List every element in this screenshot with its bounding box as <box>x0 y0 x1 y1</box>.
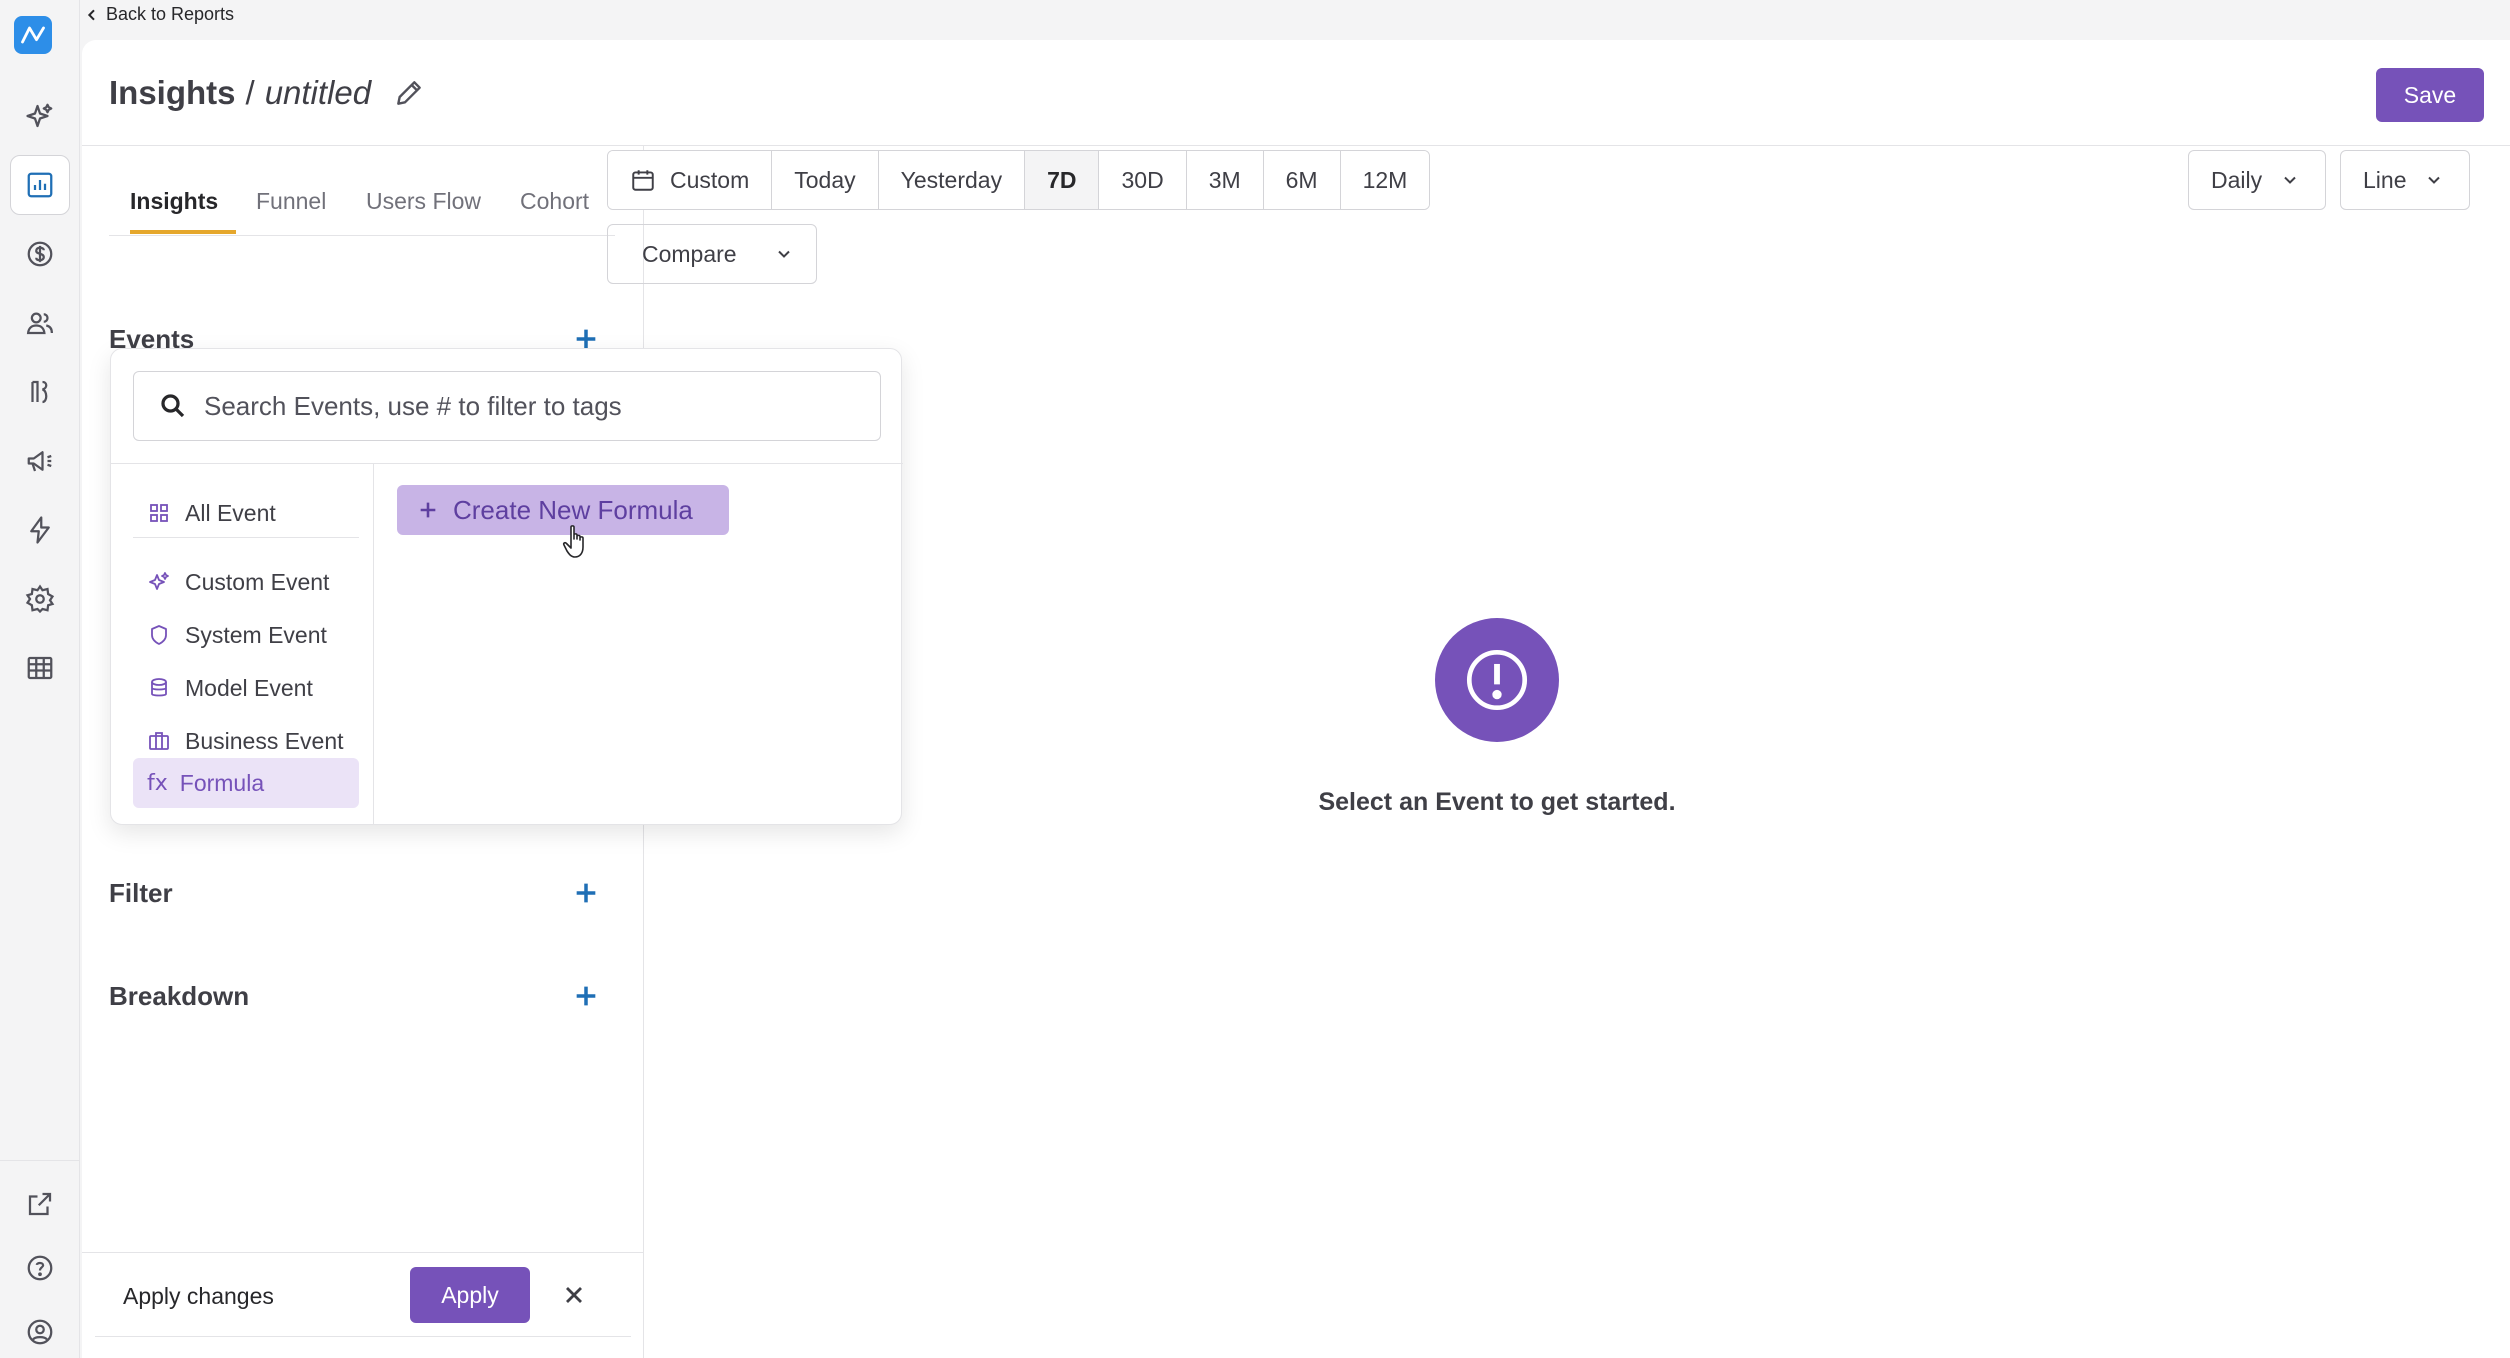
save-button[interactable]: Save <box>2376 68 2484 122</box>
tab-insights[interactable]: Insights <box>130 188 218 215</box>
category-divider <box>133 537 359 538</box>
page-header: Insights / untitled Save <box>82 40 2510 146</box>
nav-table-icon[interactable] <box>10 638 70 698</box>
range-12m-button[interactable]: 12M <box>1340 151 1430 209</box>
category-label: Model Event <box>185 674 313 701</box>
nav-megaphone-icon[interactable] <box>10 431 70 491</box>
nav-chart-report-icon[interactable] <box>10 155 70 215</box>
sparkles-icon <box>149 572 169 590</box>
event-picker-popup: All Event Custom Event System Event Mode… <box>110 348 903 825</box>
apply-button[interactable]: Apply <box>410 1267 530 1323</box>
alert-circle-icon <box>1435 618 1559 742</box>
event-search-input[interactable] <box>204 390 864 422</box>
compare-label: Compare <box>642 240 737 267</box>
range-yesterday-button[interactable]: Yesterday <box>878 151 1026 209</box>
nav-lightning-icon[interactable] <box>10 500 70 560</box>
nav-external-link-icon[interactable] <box>10 1174 70 1234</box>
category-system-event[interactable]: System Event <box>133 610 359 660</box>
nav-gear-icon[interactable] <box>10 569 70 629</box>
search-icon <box>161 394 185 418</box>
category-label: Business Event <box>185 727 344 754</box>
shield-icon <box>151 625 167 645</box>
nav-users-icon[interactable] <box>10 293 70 353</box>
nav-flow-icon[interactable] <box>10 362 70 422</box>
range-custom-button[interactable]: Custom <box>608 151 773 209</box>
report-name: untitled <box>264 74 372 111</box>
range-30d-button[interactable]: 30D <box>1099 151 1187 209</box>
plus-icon <box>420 502 436 518</box>
chart-type-value: Line <box>2363 166 2407 193</box>
nav-user-circle-icon[interactable] <box>10 1302 70 1358</box>
nav-rail <box>0 0 80 1358</box>
nav-sparkles-icon[interactable] <box>10 86 70 146</box>
range-today-button[interactable]: Today <box>772 151 879 209</box>
chart-type-dropdown[interactable]: Line <box>2340 150 2470 210</box>
range-custom-label: Custom <box>670 166 750 193</box>
category-all-event[interactable]: All Event <box>133 488 359 538</box>
category-label: System Event <box>185 621 327 648</box>
page-title: Insights / untitled <box>109 74 425 112</box>
event-search-box <box>133 371 881 441</box>
date-range-group: Custom Today Yesterday 7D 30D 3M 6M 12M <box>607 150 1431 210</box>
nav-divider <box>0 1160 80 1161</box>
close-icon[interactable] <box>560 1281 588 1309</box>
hand-cursor-icon <box>562 525 584 558</box>
nav-dollar-icon[interactable] <box>10 224 70 284</box>
grid-icon <box>150 504 168 522</box>
apply-changes-label: Apply changes <box>123 1283 274 1309</box>
back-to-reports-link[interactable]: Back to Reports <box>84 4 234 25</box>
tab-users-flow[interactable]: Users Flow <box>366 188 481 215</box>
breakdown-section-label: Breakdown <box>109 981 250 1011</box>
category-label: All Event <box>185 499 276 526</box>
page-title-main: Insights <box>109 74 236 111</box>
calendar-icon <box>632 170 654 191</box>
chevron-down-icon <box>2428 176 2441 184</box>
category-label: Custom Event <box>185 568 330 595</box>
database-icon <box>151 678 167 697</box>
category-custom-event[interactable]: Custom Event <box>133 557 359 607</box>
title-separator: / <box>245 74 255 111</box>
chevron-left-icon <box>87 9 95 20</box>
range-3m-button[interactable]: 3M <box>1186 151 1264 209</box>
popup-divider <box>111 463 903 464</box>
apply-changes-bar: Apply changes Apply <box>82 1252 644 1342</box>
popup-column-divider <box>373 463 374 825</box>
filter-section-label: Filter <box>109 878 173 908</box>
tab-cohort[interactable]: Cohort <box>520 188 589 215</box>
compare-dropdown[interactable]: Compare <box>607 224 817 284</box>
category-label: Formula <box>179 769 265 796</box>
interval-value: Daily <box>2211 166 2263 193</box>
interval-dropdown[interactable]: Daily <box>2188 150 2326 210</box>
pencil-icon[interactable] <box>393 77 425 109</box>
category-model-event[interactable]: Model Event <box>133 663 359 713</box>
tab-funnel[interactable]: Funnel <box>256 188 326 215</box>
add-breakdown-plus-icon[interactable] <box>572 982 600 1010</box>
nav-help-icon[interactable] <box>10 1238 70 1298</box>
app-logo-icon[interactable] <box>14 16 52 54</box>
back-link-label: Back to Reports <box>106 4 235 24</box>
chevron-down-icon <box>2284 176 2296 184</box>
add-filter-plus-icon[interactable] <box>572 879 600 907</box>
range-7d-button[interactable]: 7D <box>1025 151 1100 209</box>
create-formula-label: Create New Formula <box>453 494 693 525</box>
range-6m-button[interactable]: 6M <box>1263 151 1341 209</box>
briefcase-icon <box>149 732 169 750</box>
empty-state-message: Select an Event to get started. <box>1318 788 1676 816</box>
fx-icon: fx <box>147 770 168 796</box>
active-tab-indicator <box>130 230 236 234</box>
chevron-down-icon <box>778 250 790 258</box>
report-tabs: Insights Funnel Users Flow Cohort <box>109 146 615 236</box>
category-formula[interactable]: fx Formula <box>133 758 359 808</box>
panel-footer-divider <box>95 1336 631 1337</box>
